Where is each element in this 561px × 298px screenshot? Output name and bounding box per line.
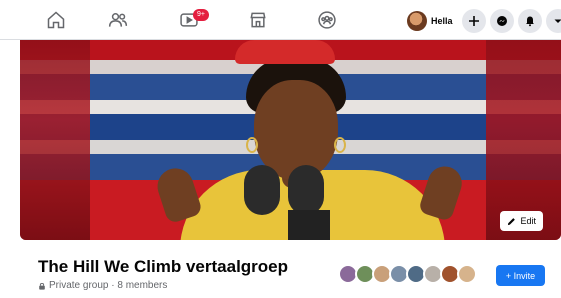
group-privacy-and-members: Private group · 8 members: [49, 280, 168, 291]
lock-icon: [39, 282, 45, 290]
avatar[interactable]: [457, 264, 477, 284]
home-icon[interactable]: [45, 9, 67, 31]
group-header: The Hill We Climb vertaalgroep Private g…: [0, 245, 561, 298]
marketplace-icon[interactable]: [247, 9, 269, 31]
invite-button[interactable]: + Invite: [496, 265, 545, 286]
friends-icon[interactable]: [107, 9, 129, 31]
group-meta: Private group · 8 members: [38, 280, 167, 291]
microphone: [288, 165, 324, 215]
groups-icon[interactable]: [316, 9, 338, 31]
microphone-stand: [288, 210, 330, 240]
cover-photo: Edit: [20, 40, 561, 240]
caret-down-icon: [554, 19, 561, 23]
microphone: [244, 165, 280, 215]
cover-figure-headband: [235, 40, 335, 64]
messenger-icon: [497, 16, 507, 26]
avatar: [407, 11, 427, 31]
plus-icon: [469, 16, 479, 26]
cover-section: Edit: [0, 40, 561, 245]
top-navigation-bar: 9+ Hella: [0, 0, 561, 40]
pencil-icon: [508, 217, 516, 225]
create-button[interactable]: [462, 9, 486, 33]
notifications-button[interactable]: [518, 9, 542, 33]
account-menu-button[interactable]: [546, 9, 561, 33]
cover-figure-hand-left: [152, 163, 204, 225]
profile-name: Hella: [431, 16, 453, 26]
cover-figure-earring: [246, 137, 258, 153]
profile-button[interactable]: Hella: [405, 8, 459, 34]
cover-background-right: [486, 40, 561, 240]
invite-label: + Invite: [505, 270, 536, 281]
edit-cover-button[interactable]: Edit: [500, 211, 543, 231]
edit-label: Edit: [520, 216, 536, 226]
watch-notification-badge: 9+: [193, 9, 209, 21]
cover-background-left: [20, 40, 90, 240]
messenger-button[interactable]: [490, 9, 514, 33]
cover-figure-earring: [334, 137, 346, 153]
member-avatars[interactable]: [338, 264, 477, 284]
cover-figure-hand-right: [417, 162, 467, 222]
page-title: The Hill We Climb vertaalgroep: [38, 257, 289, 276]
bell-icon: [526, 16, 534, 27]
